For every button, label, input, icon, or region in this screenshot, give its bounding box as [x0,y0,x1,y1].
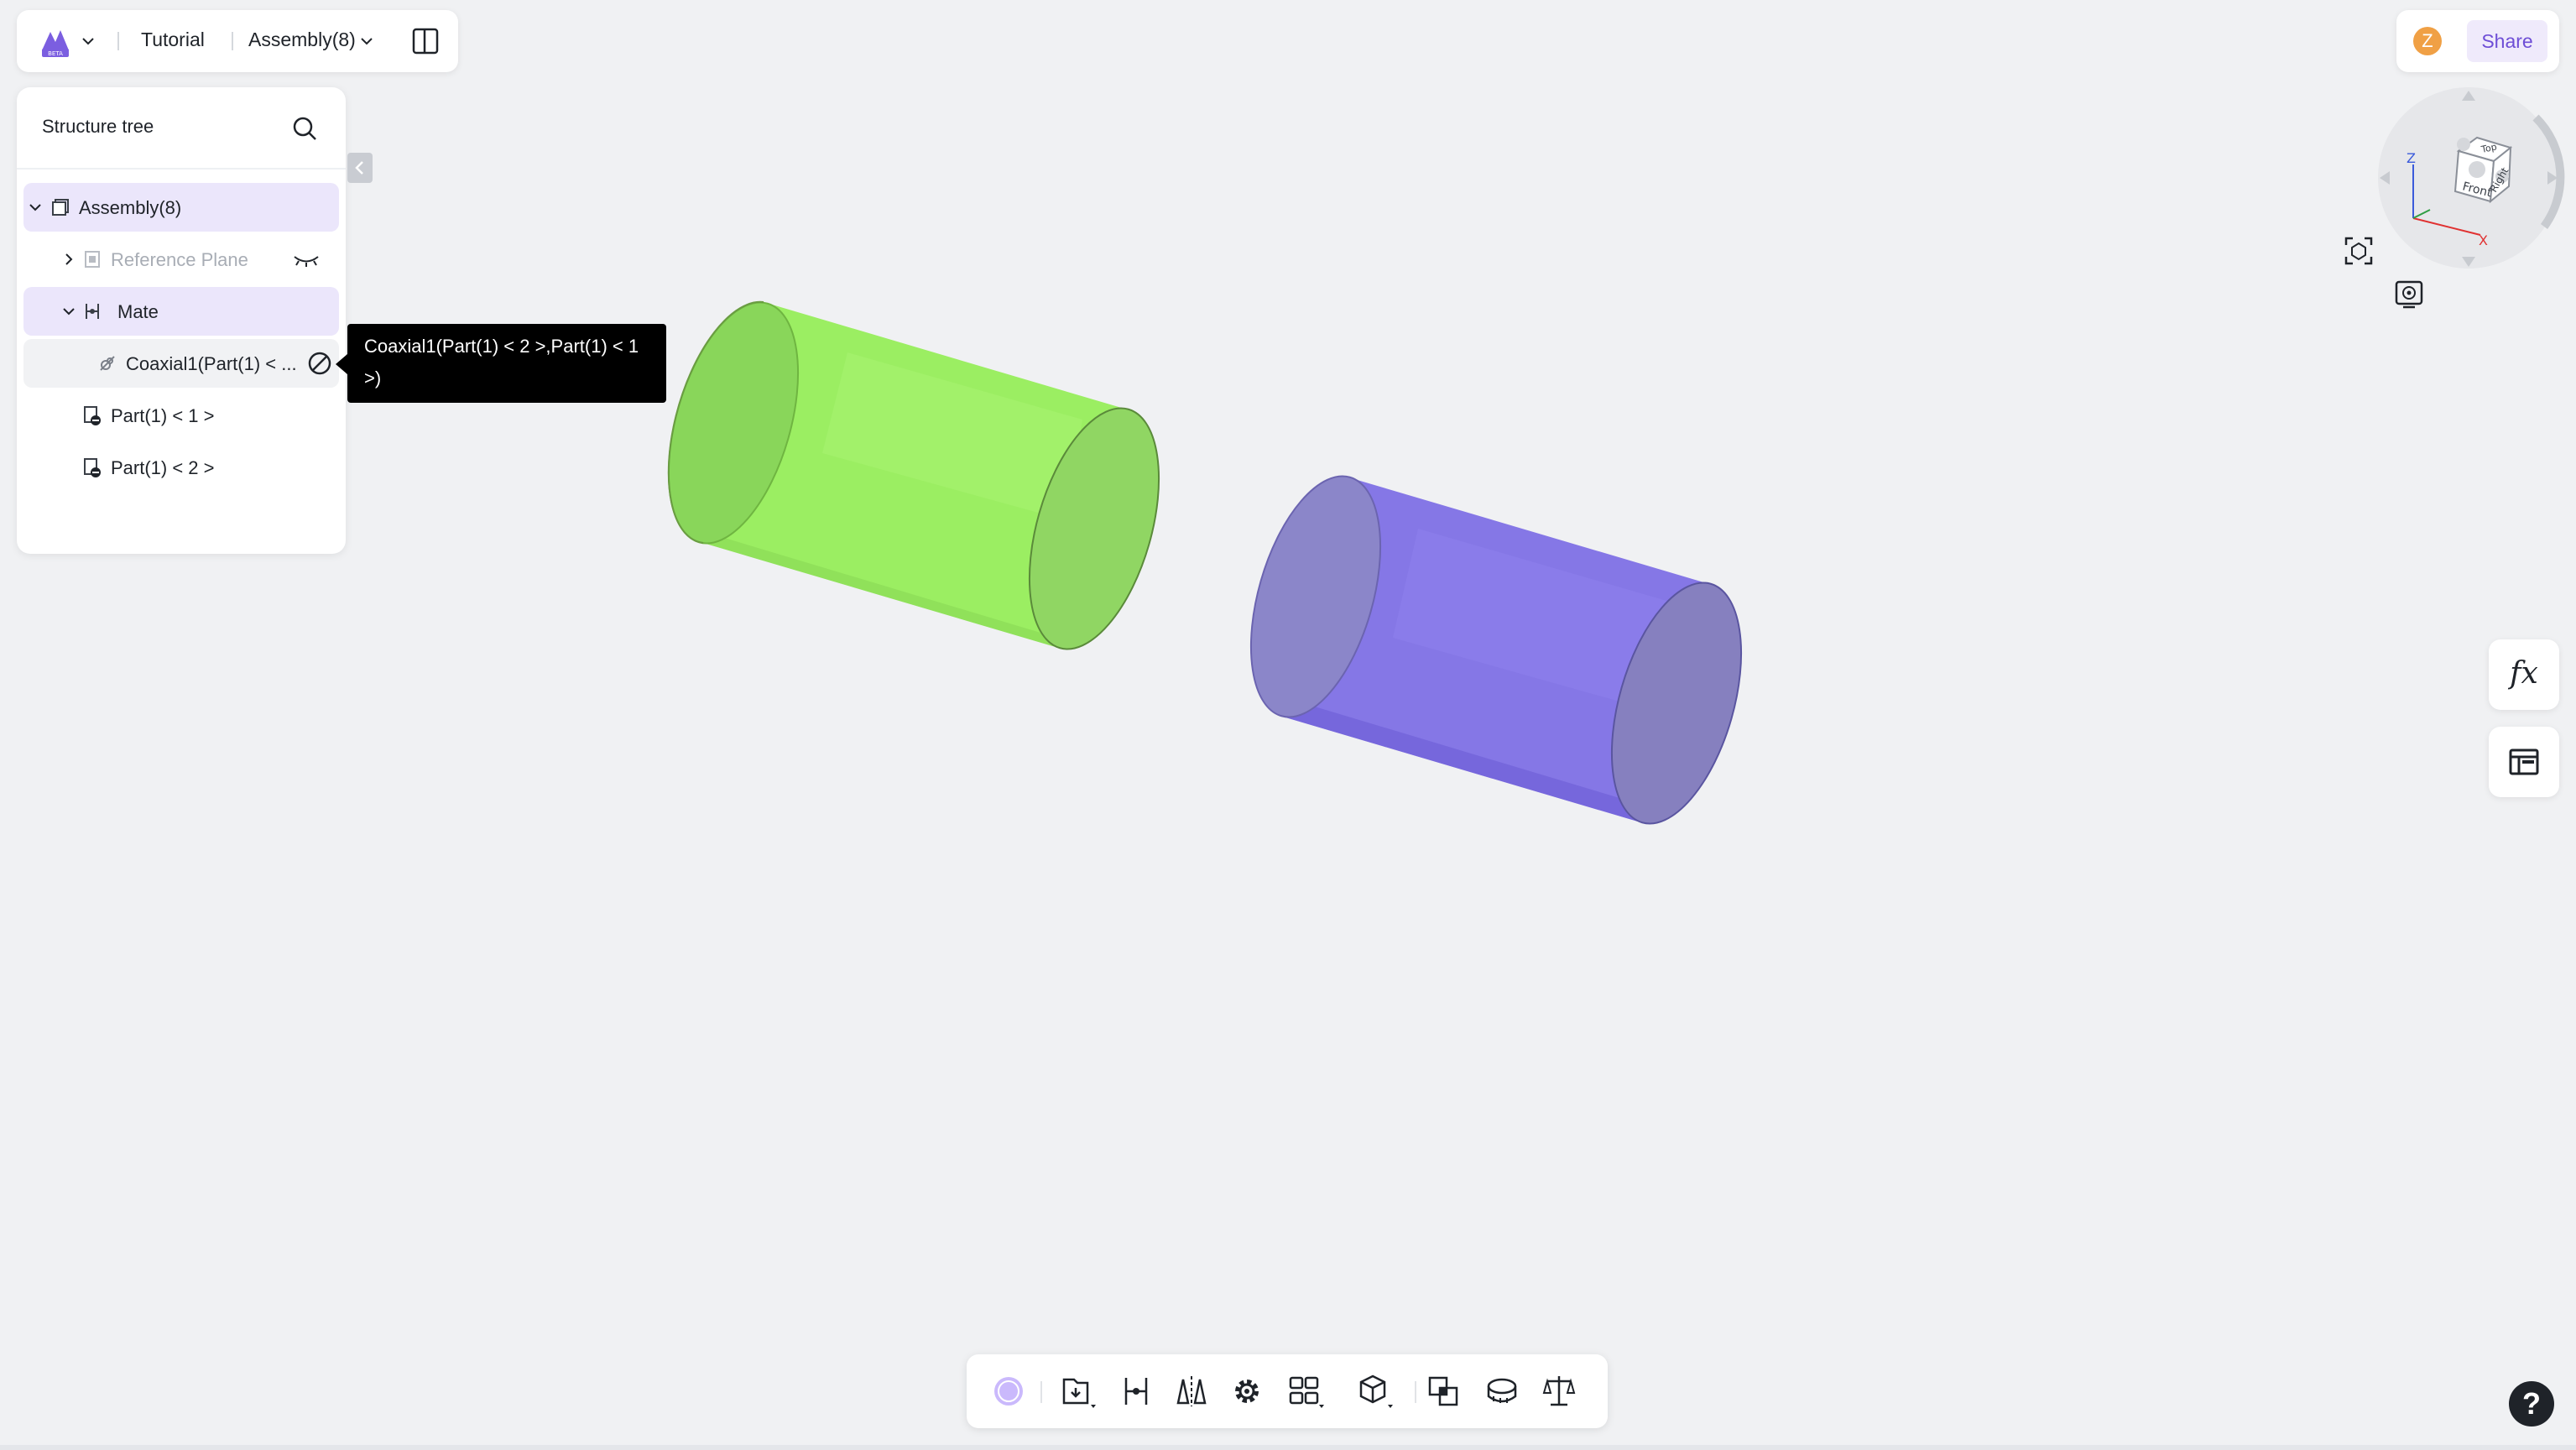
mirror-icon[interactable] [1171,1371,1212,1411]
render-mode-icon[interactable] [2390,275,2428,314]
insert-part-icon[interactable] [1057,1371,1098,1411]
collapse-panel-button[interactable] [347,153,373,183]
tree-item-label: Part(1) < 1 > [111,405,215,426]
bottom-toolbar [967,1354,1608,1428]
tree-item-assembly[interactable]: Assembly(8) [23,183,339,232]
table-icon [2509,748,2539,775]
x-axis-label: X [2479,232,2488,248]
user-actions: Z Share [2396,10,2559,72]
tree-item-reference-plane[interactable]: Reference Plane [23,235,339,284]
mate-icon [86,304,99,319]
share-button[interactable]: Share [2467,20,2547,62]
view-fit-icon[interactable] [2339,232,2378,270]
tree-item-mate[interactable]: Mate [23,287,339,336]
fx-icon: fx [2510,656,2538,691]
part-fixed-icon [84,406,101,425]
tree-item-label: Assembly(8) [79,197,182,218]
chevron-down-icon[interactable] [359,34,374,49]
document-name[interactable]: Assembly(8) [248,29,356,51]
tree-item-label: Part(1) < 2 > [111,457,215,478]
search-icon[interactable] [290,114,319,143]
tree-item-label: Reference Plane [111,249,248,270]
tree-item-coaxial[interactable]: Coaxial1(Part(1) < ... [23,339,339,388]
tree-item-part-2[interactable]: Part(1) < 2 > [23,443,339,492]
z-axis-label: Z [2407,150,2416,166]
gear-icon[interactable] [1227,1371,1267,1411]
pattern-icon[interactable] [1285,1371,1326,1411]
panel-title: Structure tree [42,116,154,137]
interference-check-icon[interactable] [1425,1371,1465,1411]
sketch-circle-icon[interactable] [988,1371,1029,1411]
part-1-2-cylinder[interactable] [644,288,1183,664]
tree-item-part-1[interactable]: Part(1) < 1 > [23,391,339,440]
divider [117,32,119,50]
tree-item-label: Coaxial1(Part(1) < ... [126,353,297,374]
mass-properties-icon[interactable] [1539,1371,1579,1411]
app-logo-icon[interactable]: BETA [39,25,74,59]
divider [1415,1381,1416,1403]
chevron-down-icon[interactable] [27,199,44,216]
chevron-down-icon[interactable] [60,303,77,320]
logo-badge: BETA [48,50,63,57]
explode-view-icon[interactable] [1354,1371,1395,1411]
chevron-left-icon [355,161,363,175]
top-toolbar: BETA Tutorial Assembly(8) [17,10,458,72]
3d-viewport[interactable] [0,0,2576,1450]
suppressed-icon[interactable] [307,351,332,376]
view-navigation-cube[interactable]: Top Front Right Z X [2368,84,2569,277]
structure-tree-panel: Structure tree Assembly(8) Reference Pla… [17,87,346,554]
divider [232,32,233,50]
table-button[interactable] [2489,727,2559,797]
help-button[interactable]: ? [2509,1381,2554,1427]
project-name[interactable]: Tutorial [141,29,205,51]
part-1-1-cylinder[interactable] [1227,462,1765,838]
panel-layout-icon[interactable] [411,27,440,55]
part-fixed-icon [84,458,101,477]
coaxial-mate-icon [100,356,115,371]
status-strip [0,1445,2576,1450]
chevron-right-icon[interactable] [60,251,77,268]
eye-hidden-icon[interactable] [292,249,321,269]
avatar[interactable]: Z [2413,27,2442,55]
formula-button[interactable]: fx [2489,639,2559,710]
chevron-down-icon[interactable] [81,34,96,49]
measure-icon[interactable] [1482,1371,1522,1411]
assembly-icon [52,199,69,216]
divider [1040,1381,1042,1403]
divider [17,168,346,170]
tree-item-label: Mate [117,301,159,322]
tooltip: Coaxial1(Part(1) < 2 >,Part(1) < 1 >) [347,324,666,403]
reference-plane-icon [85,251,100,268]
mate-icon[interactable] [1116,1371,1156,1411]
tooltip-arrow [336,354,347,374]
